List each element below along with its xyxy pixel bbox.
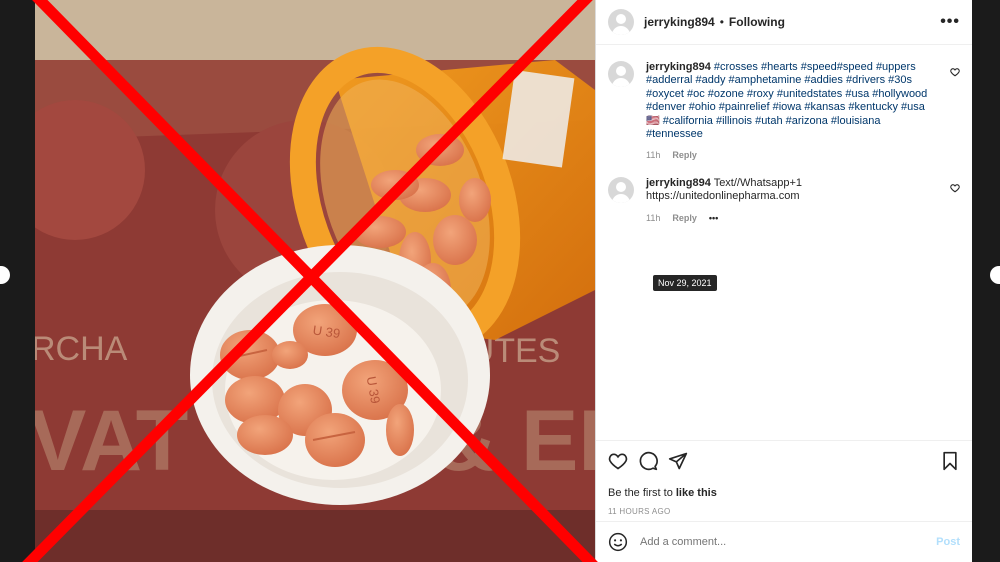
comment-body: jerryking894 #crosses #hearts #speed#spe…: [646, 61, 936, 163]
comment-body: jerryking894 Text//Whatsapp+1 https://un…: [646, 177, 936, 225]
add-comment-bar: Post: [596, 521, 972, 562]
reply-button[interactable]: Reply: [672, 212, 697, 225]
comment-username[interactable]: jerryking894: [646, 177, 711, 189]
comment-more-icon[interactable]: •••: [709, 212, 718, 225]
like-this-link[interactable]: like this: [676, 487, 717, 499]
screenshot-frame: RCHA BUTES VAT & EL: [0, 0, 1000, 562]
post-actions: Be the first to like this 11 HOURS AGO: [596, 440, 972, 531]
likes-text: Be the first to like this: [608, 487, 960, 499]
post-header: jerryking894 • Following •••: [596, 0, 972, 45]
timestamp-tooltip: Nov 29, 2021: [653, 275, 717, 291]
post-button[interactable]: Post: [936, 536, 960, 548]
action-icons: [608, 449, 960, 473]
avatar[interactable]: [608, 9, 634, 35]
comment-input[interactable]: [638, 535, 937, 549]
emoji-icon[interactable]: [608, 532, 628, 552]
header-separator: •: [719, 15, 724, 29]
comment-username[interactable]: jerryking894: [646, 61, 711, 73]
comment-item: jerryking894 #crosses #hearts #speed#spe…: [596, 45, 972, 163]
more-options-icon[interactable]: •••: [940, 13, 960, 31]
comments-list: jerryking894 #crosses #hearts #speed#spe…: [596, 45, 972, 439]
likes-prefix: Be the first to: [608, 487, 676, 499]
box-text-left: RCHA: [35, 330, 128, 368]
post-side-panel: jerryking894 • Following ••• jerryking89…: [595, 0, 972, 562]
post-timestamp[interactable]: 11 HOURS AGO: [608, 507, 960, 516]
like-comment-heart-icon[interactable]: [950, 183, 960, 193]
pill-bottle-illustration: RCHA BUTES VAT & EL: [35, 0, 595, 562]
avatar[interactable]: [608, 61, 634, 87]
comment-icon[interactable]: [638, 451, 658, 471]
avatar[interactable]: [608, 176, 634, 203]
share-icon[interactable]: [668, 451, 688, 471]
comment-meta: 11h Reply •••: [646, 212, 936, 225]
box-big-text-left: VAT: [35, 393, 188, 489]
following-button[interactable]: Following: [729, 15, 785, 29]
bookmark-icon[interactable]: [940, 451, 960, 471]
left-edge-indicator: [0, 266, 10, 284]
header-username[interactable]: jerryking894: [644, 15, 715, 29]
heart-icon[interactable]: [608, 451, 628, 471]
reply-button[interactable]: Reply: [672, 149, 697, 162]
like-comment-heart-icon[interactable]: [950, 67, 960, 77]
comment-meta: 11h Reply: [646, 149, 936, 162]
comment-item: jerryking894 Text//Whatsapp+1 https://un…: [596, 163, 972, 225]
comment-time[interactable]: 11h: [646, 149, 660, 162]
right-edge-indicator: [990, 266, 1000, 284]
comment-time[interactable]: 11h: [646, 212, 660, 225]
post-photo: RCHA BUTES VAT & EL: [35, 0, 595, 562]
